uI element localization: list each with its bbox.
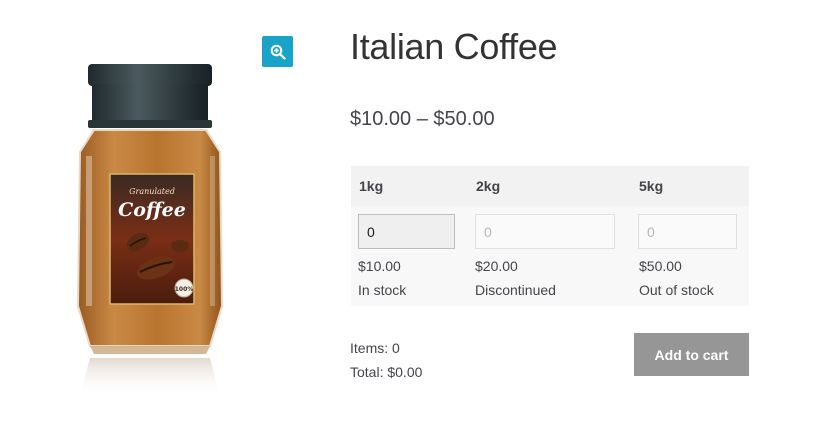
variations-table: 1kg 2kg 5kg $10.00 $20.00 $50.00 In stoc… [351,166,749,306]
variant-price-5kg: $50.00 [639,258,682,274]
items-count: Items: 0 [350,340,400,356]
total-price: Total: $0.00 [350,364,423,380]
add-to-cart-button[interactable]: Add to cart [634,333,749,376]
quantity-input-5kg[interactable] [638,214,737,249]
variant-name-1kg: 1kg [359,178,384,194]
quantity-input-2kg[interactable] [475,214,615,249]
variant-stock-2kg: Discontinued [475,282,556,298]
cart-summary: Items: 0 Total: $0.00 [350,336,422,384]
product-image: Granulated Coffee 100% [60,56,240,422]
svg-text:Granulated: Granulated [129,187,175,196]
variant-price-2kg: $20.00 [475,258,518,274]
variant-name-2kg: 2kg [476,178,501,194]
variant-stock-1kg: In stock [358,282,407,298]
svg-text:Coffee: Coffee [118,199,186,221]
variations-header [351,166,749,206]
variant-price-1kg: $10.00 [358,258,401,274]
zoom-in-icon [270,44,286,60]
variant-stock-5kg: Out of stock [639,282,714,298]
price-range: $10.00 – $50.00 [350,108,495,130]
product-title: Italian Coffee [350,26,558,67]
svg-text:100%: 100% [175,286,194,293]
quantity-input-1kg[interactable] [358,214,455,249]
zoom-button[interactable] [262,36,293,67]
variant-name-5kg: 5kg [639,178,664,194]
